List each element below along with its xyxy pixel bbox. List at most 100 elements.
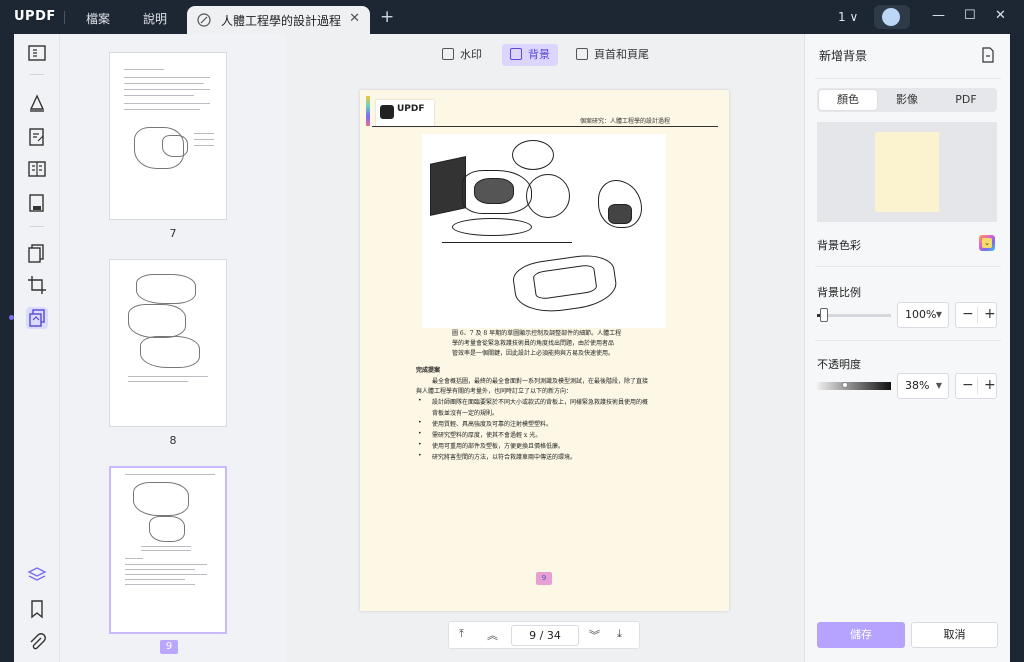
tab-title: 人體工程學的設計過程 <box>221 14 342 28</box>
paragraph-line: 與人體工程學有關的考量外，也同時訂立了以下的新方向： <box>416 388 573 395</box>
avatar <box>882 8 900 26</box>
bookmark-icon[interactable] <box>26 598 48 620</box>
minimize-icon[interactable]: — <box>932 8 945 23</box>
pages-icon[interactable] <box>26 242 48 264</box>
comment-icon[interactable] <box>26 92 48 114</box>
header-rule <box>372 126 718 127</box>
new-tab-icon[interactable]: + <box>380 7 394 27</box>
pdf-page[interactable]: UPDF 個案研究：人體工程學的設計過程 圖 6、7 及 8 早期的草圖顯示控制… <box>360 90 729 611</box>
attachment-icon[interactable] <box>26 631 48 653</box>
collapse-handle[interactable] <box>9 315 14 320</box>
background-preview <box>817 122 997 222</box>
sketch-stroke <box>442 242 572 243</box>
organize-icon[interactable] <box>26 192 48 214</box>
header-color-bar <box>366 96 370 126</box>
thumb-text <box>125 569 195 570</box>
bullet-item: 使用質輕、具高強度及可靠的注射模塑塑料。 <box>432 421 553 428</box>
bullet-item: 設計師團隊在面臨要緊於不同大小或款式的背板上，同樣緊急救護技術員使用的概 <box>432 399 649 406</box>
thumb-text <box>125 584 195 585</box>
window-frame <box>1010 34 1024 662</box>
scale-slider-thumb[interactable] <box>820 308 829 322</box>
user-avatar-button[interactable] <box>874 5 910 29</box>
form-icon[interactable] <box>26 158 48 180</box>
decrease-scale-icon[interactable]: − <box>962 306 974 322</box>
edit-icon <box>197 13 211 30</box>
close-window-icon[interactable]: ✕ <box>995 8 1006 23</box>
thumb-text <box>124 77 210 78</box>
chevron-down-icon: ⌄ <box>982 238 992 248</box>
current-page: 9 <box>529 629 537 642</box>
background-icon <box>510 48 522 60</box>
opacity-slider[interactable] <box>817 382 891 390</box>
opacity-select[interactable]: 38% ▼ <box>897 373 949 399</box>
tab-watermark-label: 水印 <box>460 48 482 61</box>
bullet-item: 使用可重用的部件及塑板，方便更換且價格低廉。 <box>432 443 565 450</box>
thumb-sketch <box>128 304 186 338</box>
menu-file[interactable]: 檔案 <box>86 10 110 27</box>
tab-background[interactable]: 背景 <box>502 44 558 66</box>
caption-line: 圖 6、7 及 8 早期的草圖顯示控制及調整部件的細節。人體工程 <box>452 330 622 337</box>
window-count-dropdown[interactable]: 1 ∨ <box>838 10 858 24</box>
close-tab-icon[interactable]: ✕ <box>349 11 360 26</box>
tab-header-footer[interactable]: 頁首和頁尾 <box>568 44 657 66</box>
page-thumbnail-9[interactable] <box>109 466 227 634</box>
apply-to-pages-icon[interactable] <box>981 47 995 66</box>
segment-image[interactable]: 影像 <box>878 90 936 110</box>
thumb-text <box>124 83 204 84</box>
thumb-sketch <box>149 516 185 542</box>
sketch-stroke <box>526 174 570 218</box>
panel-divider <box>815 340 1001 341</box>
scale-select[interactable]: 100% ▼ <box>897 302 949 328</box>
thumb-text <box>125 574 207 575</box>
thumb-text <box>141 550 191 551</box>
document-tab[interactable]: 人體工程學的設計過程 ✕ <box>187 6 370 34</box>
prev-page-icon[interactable]: ︽ <box>487 627 498 643</box>
updf-logo-icon <box>380 105 394 119</box>
page-thumbnail-7[interactable] <box>109 52 227 220</box>
opacity-value: 38% <box>905 379 930 392</box>
thumb-text <box>125 474 215 475</box>
reader-icon[interactable] <box>26 42 48 64</box>
page-tools-icon[interactable] <box>26 307 48 329</box>
bullet-dot: • <box>418 397 422 404</box>
scale-slider[interactable] <box>817 314 891 317</box>
tool-divider <box>30 226 44 227</box>
maximize-icon[interactable]: ☐ <box>964 8 976 23</box>
save-button[interactable]: 儲存 <box>817 622 905 648</box>
tab-watermark[interactable]: 水印 <box>434 44 490 66</box>
last-page-icon[interactable]: ⤓ <box>617 627 622 641</box>
page-thumbnail-8[interactable] <box>109 259 227 427</box>
edit-pdf-icon[interactable] <box>26 126 48 148</box>
next-page-icon[interactable]: ︾ <box>589 627 600 643</box>
stepper-divider <box>977 307 978 323</box>
scale-stepper[interactable]: − + <box>955 302 997 328</box>
panel-divider <box>815 266 1001 267</box>
increase-scale-icon[interactable]: + <box>984 306 996 322</box>
page-header-text: 個案研究：人體工程學的設計過程 <box>580 118 671 125</box>
cancel-button[interactable]: 取消 <box>911 622 998 648</box>
paragraph-line: 最全會概括圖，最終的最全會面對一系列測識及模型測試，在最後階段，除了直接 <box>432 378 649 385</box>
thumb-text <box>141 546 191 547</box>
app-logo: UPDF <box>14 9 56 24</box>
bullet-item: 研究將害型間的方法，以符合救護車兩中傳送的環境。 <box>432 454 577 461</box>
thumb-text <box>194 133 214 134</box>
background-type-segmented: 顏色 影像 PDF <box>817 88 997 112</box>
segment-color[interactable]: 顏色 <box>819 90 877 110</box>
color-picker-button[interactable]: ⌄ <box>979 235 995 251</box>
segment-pdf[interactable]: PDF <box>937 90 995 110</box>
bullet-dot: • <box>418 430 422 437</box>
page-number-input[interactable]: 9 / 34 <box>511 625 579 646</box>
first-page-icon[interactable]: ⤒ <box>459 627 464 641</box>
decrease-opacity-icon[interactable]: − <box>962 377 974 393</box>
caption-line: 管效率是一個關鍵，因此設計上必須能夠與方易及快速使用。 <box>452 350 615 357</box>
thumb-sketch <box>133 482 189 516</box>
layers-icon[interactable] <box>26 564 48 586</box>
opacity-stepper[interactable]: − + <box>955 373 997 399</box>
crop-icon[interactable] <box>26 274 48 296</box>
bullet-continuation: 背板並沒有一定的規則。 <box>432 410 499 417</box>
increase-opacity-icon[interactable]: + <box>984 377 996 393</box>
menu-help[interactable]: 說明 <box>143 10 167 27</box>
page-navigation: ⤒ ︽ 9 / 34 ︾ ⤓ <box>448 621 640 649</box>
sketch-image <box>422 134 666 328</box>
background-settings-panel: 新增背景 顏色 影像 PDF 背景色彩 ⌄ 背景比例 100% ▼ − + 不透明度… <box>804 34 1010 662</box>
